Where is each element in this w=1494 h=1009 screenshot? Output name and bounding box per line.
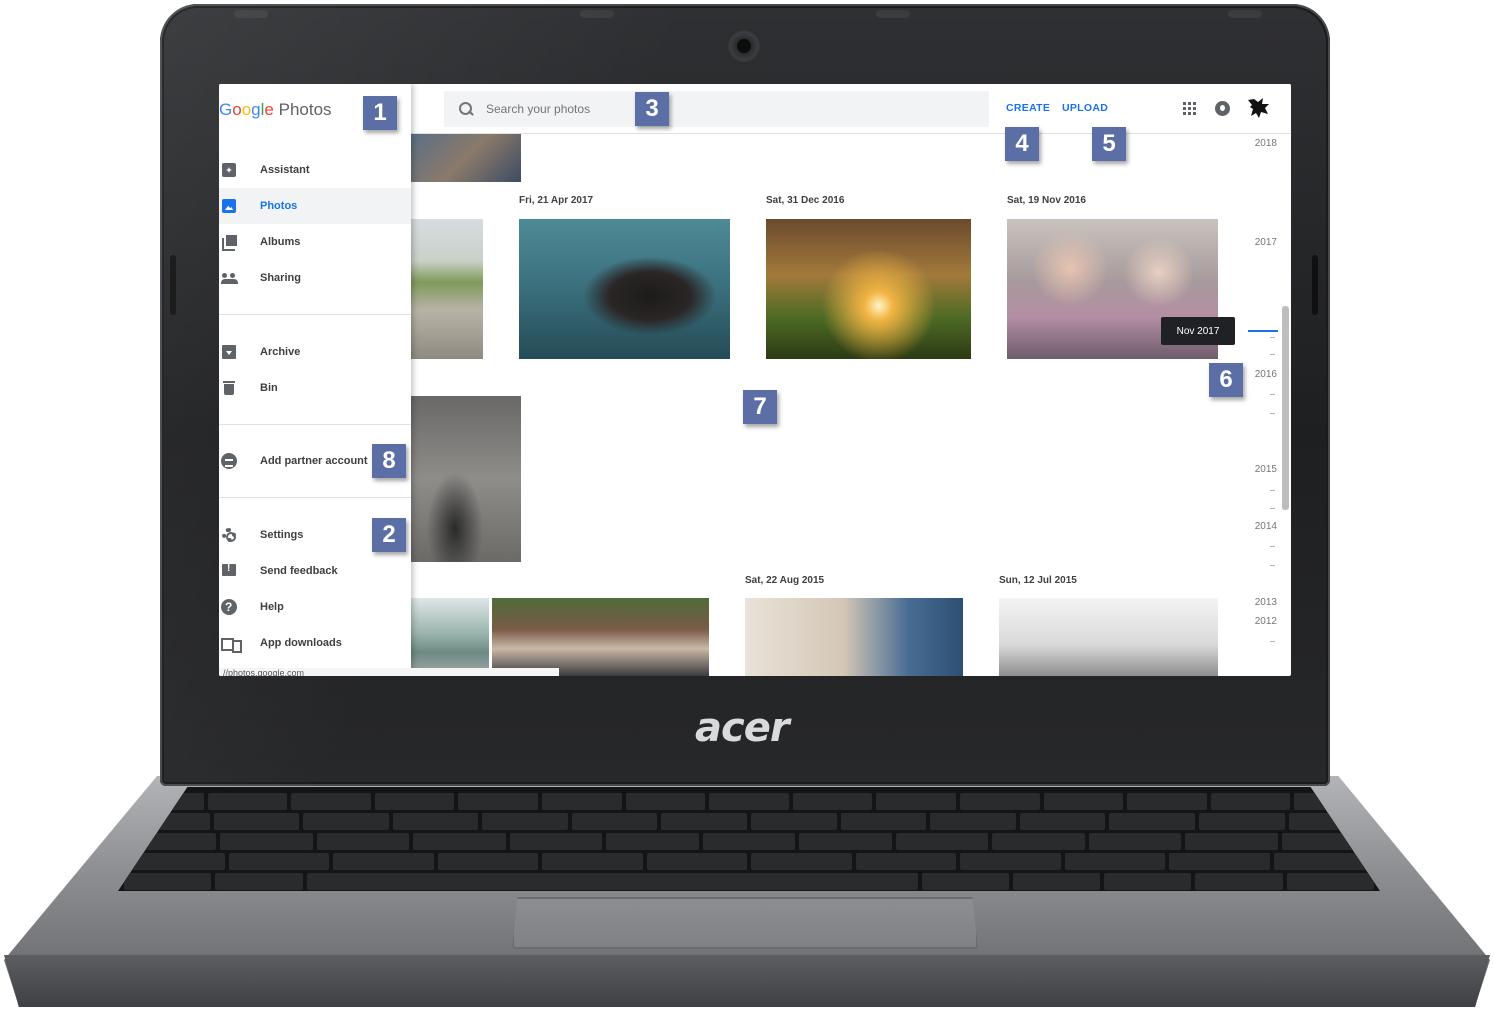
divider — [219, 314, 411, 315]
callout-badge: 3 — [635, 92, 669, 126]
trash-icon — [221, 380, 237, 396]
webcam-icon — [728, 30, 760, 62]
sidebar-item-label: Albums — [260, 236, 301, 248]
callout-badge: 2 — [372, 518, 406, 552]
apps-grid-icon[interactable] — [1183, 102, 1196, 115]
photo-thumbnail[interactable] — [492, 598, 709, 676]
timeline-year[interactable]: 2012 — [1255, 616, 1277, 627]
laptop-base-edge — [4, 955, 1490, 1007]
photo-group-date: Fri, 21 Apr 2017 — [519, 195, 594, 206]
photo-thumbnail[interactable] — [745, 598, 963, 676]
sidebar-item-bin[interactable]: Bin — [219, 370, 411, 406]
timeline-year[interactable]: 2017 — [1255, 237, 1277, 248]
sidebar-item-app-downloads[interactable]: App downloads — [219, 625, 411, 661]
sidebar-item-label: Help — [260, 601, 284, 613]
create-button[interactable]: CREATE — [1006, 102, 1050, 114]
keyboard — [118, 787, 1380, 891]
notifications-icon[interactable] — [1215, 101, 1230, 116]
laptop: acer Fri, 21 Apr 2017 Sat, 31 Dec 2016 S… — [0, 0, 1494, 1009]
photo-thumbnail[interactable] — [766, 219, 971, 359]
assistant-icon — [221, 162, 237, 178]
archive-icon — [221, 344, 237, 360]
sidebar-item-photos[interactable]: Photos — [219, 188, 411, 224]
photo-icon — [221, 198, 237, 214]
search-icon[interactable] — [458, 101, 474, 117]
sidebar-item-label: Archive — [260, 346, 301, 358]
callout-badge: 6 — [1209, 363, 1243, 397]
timeline-year[interactable]: 2016 — [1255, 369, 1277, 380]
photo-thumbnail[interactable] — [411, 134, 521, 182]
sidebar-item-label: Settings — [260, 529, 304, 541]
photo-thumbnail[interactable] — [999, 598, 1218, 676]
timeline-year[interactable]: 2013 — [1255, 597, 1277, 608]
albums-icon — [221, 234, 237, 251]
scrollbar-thumb[interactable] — [1282, 306, 1289, 510]
sidebar-item-label: Bin — [260, 382, 278, 394]
scrubber-position-indicator — [1248, 330, 1278, 332]
divider — [219, 424, 411, 425]
sidebar-item-label: Assistant — [260, 164, 310, 176]
upload-button[interactable]: UPLOAD — [1062, 102, 1108, 114]
sidebar-item-albums[interactable]: Albums — [219, 224, 411, 260]
search-input[interactable] — [486, 102, 966, 116]
timeline-year[interactable]: 2018 — [1255, 138, 1277, 149]
callout-badge: 4 — [1005, 127, 1039, 161]
sidebar-item-label: Send feedback — [260, 565, 338, 577]
navigation-drawer: Google Photos Assistant Photos Albums Sh… — [219, 84, 411, 676]
cat-avatar-icon[interactable] — [1245, 96, 1271, 120]
brand-logo: acer — [695, 705, 790, 751]
sidebar-item-label: Photos — [260, 200, 298, 212]
partner-icon — [221, 453, 237, 469]
feedback-icon — [221, 563, 237, 579]
search-bar[interactable] — [444, 91, 989, 127]
google-photos-logo[interactable]: Google Photos — [219, 100, 332, 120]
sidebar-item-sharing[interactable]: Sharing — [219, 260, 411, 296]
sidebar-item-label: Sharing — [260, 272, 301, 284]
photo-thumbnail[interactable] — [411, 396, 521, 562]
scrubber-tooltip: Nov 2017 — [1161, 317, 1235, 345]
people-icon — [221, 270, 238, 286]
sidebar-item-help[interactable]: Help — [219, 589, 411, 625]
timeline-year[interactable]: 2014 — [1255, 521, 1277, 532]
sidebar-item-assistant[interactable]: Assistant — [219, 152, 411, 188]
photo-group-date: Sat, 19 Nov 2016 — [1007, 195, 1086, 206]
photo-thumbnail[interactable] — [519, 219, 730, 359]
photo-thumbnail[interactable] — [411, 598, 489, 676]
sidebar-item-archive[interactable]: Archive — [219, 334, 411, 370]
photo-thumbnail[interactable] — [411, 219, 483, 359]
sidebar-item-send-feedback[interactable]: Send feedback — [219, 553, 411, 589]
photo-group-date: Sun, 12 Jul 2015 — [999, 575, 1077, 586]
callout-badge: 7 — [743, 390, 777, 424]
touchpad — [512, 897, 978, 949]
status-url: //photos.google.com — [219, 668, 559, 676]
sidebar-item-label: Add partner account — [260, 455, 368, 467]
gear-icon — [221, 527, 237, 543]
help-icon — [221, 599, 237, 615]
callout-badge: 1 — [363, 96, 397, 130]
callout-badge: 5 — [1092, 127, 1126, 161]
photo-group-date: Sat, 22 Aug 2015 — [745, 575, 825, 586]
callout-badge: 8 — [372, 444, 406, 478]
devices-icon — [221, 635, 242, 653]
photo-group-date: Sat, 31 Dec 2016 — [766, 195, 845, 206]
screen: Fri, 21 Apr 2017 Sat, 31 Dec 2016 Sat, 1… — [219, 84, 1291, 676]
divider — [219, 497, 411, 498]
sidebar-item-label: App downloads — [260, 637, 342, 649]
timeline-year[interactable]: 2015 — [1255, 464, 1277, 475]
